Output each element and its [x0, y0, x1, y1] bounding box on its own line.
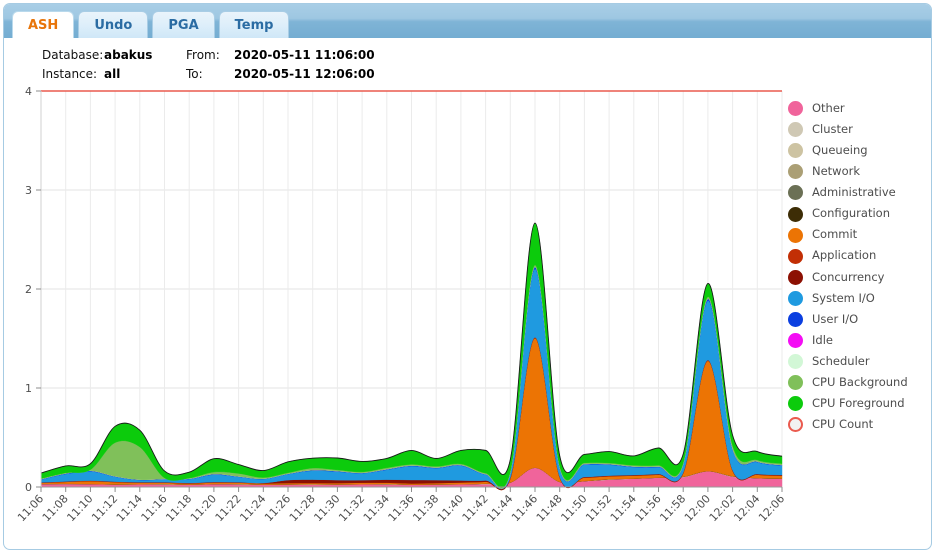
header-row-database: Database: abakus From: 2020-05-11 11:06:…	[42, 48, 375, 67]
legend-swatch-icon	[788, 290, 803, 306]
legend-label: User I/O	[812, 311, 859, 326]
legend-label: Network	[812, 164, 861, 179]
legend-label: System I/O	[812, 290, 875, 305]
legend-item-scheduler[interactable]: Scheduler	[788, 351, 928, 372]
from-value: 2020-05-11 11:06:00	[234, 48, 375, 62]
legend-swatch-icon	[788, 206, 803, 222]
chart-legend: Other Cluster Queueing Network Administrativ…	[788, 98, 928, 436]
legend-label: Queueing	[812, 142, 868, 157]
legend-label: Concurrency	[812, 269, 885, 284]
legend-swatch-icon	[788, 122, 803, 138]
header-row-instance: Instance: all To: 2020-05-11 12:06:00	[42, 67, 375, 86]
legend-label: Commit	[812, 227, 858, 242]
legend-item-cluster[interactable]: Cluster	[788, 119, 928, 140]
legend-label: CPU Background	[812, 375, 908, 390]
to-value: 2020-05-11 12:06:00	[234, 67, 375, 81]
legend-item-commit[interactable]: Commit	[788, 225, 928, 246]
legend-swatch-icon	[788, 269, 803, 285]
instance-value: all	[104, 67, 121, 81]
legend-swatch-icon	[788, 311, 803, 327]
tab-temp[interactable]: Temp	[218, 11, 290, 38]
tab-label: PGA	[168, 17, 199, 33]
legend-swatch-icon	[788, 417, 803, 433]
legend-label: Configuration	[812, 206, 890, 221]
tab-ash[interactable]: ASH	[12, 11, 75, 38]
report-header: Database: abakus From: 2020-05-11 11:06:…	[42, 48, 375, 86]
legend-item-system-i-o[interactable]: System I/O	[788, 288, 928, 309]
legend-item-queueing[interactable]: Queueing	[788, 140, 928, 161]
legend-label: CPU Foreground	[812, 396, 905, 411]
legend-item-network[interactable]: Network	[788, 161, 928, 182]
legend-item-administrative[interactable]: Administrative	[788, 182, 928, 203]
ash-chart-window: ASH Undo PGA Temp Database: abakus From: 20…	[0, 0, 935, 553]
legend-swatch-icon	[788, 248, 803, 264]
legend-swatch-icon	[788, 101, 803, 117]
legend-swatch-icon	[788, 354, 803, 370]
from-label: From:	[186, 48, 220, 62]
legend-swatch-icon	[788, 143, 803, 159]
legend-swatch-icon	[788, 375, 803, 391]
tab-bar: ASH Undo PGA Temp	[4, 4, 931, 38]
legend-item-cpu-foreground[interactable]: CPU Foreground	[788, 393, 928, 414]
database-value: abakus	[104, 48, 153, 62]
legend-label: Application	[812, 248, 877, 263]
tab-label: Temp	[234, 17, 274, 33]
legend-label: Cluster	[812, 121, 853, 136]
legend-item-application[interactable]: Application	[788, 246, 928, 267]
tab-label: ASH	[28, 17, 59, 33]
legend-label: Administrative	[812, 185, 896, 200]
tab-undo[interactable]: Undo	[78, 11, 149, 38]
legend-item-configuration[interactable]: Configuration	[788, 203, 928, 224]
tab-pga[interactable]: PGA	[152, 11, 215, 38]
legend-label: Scheduler	[812, 353, 870, 368]
database-label: Database:	[42, 48, 104, 62]
to-label: To:	[186, 67, 203, 81]
legend-item-user-i-o[interactable]: User I/O	[788, 309, 928, 330]
legend-swatch-icon	[788, 333, 803, 349]
legend-swatch-icon	[788, 185, 803, 201]
legend-label: Other	[812, 100, 845, 115]
legend-label: CPU Count	[812, 417, 874, 432]
legend-swatch-icon	[788, 164, 803, 180]
legend-label: Idle	[812, 332, 833, 347]
legend-swatch-icon	[788, 227, 803, 243]
instance-label: Instance:	[42, 67, 98, 81]
legend-item-other[interactable]: Other	[788, 98, 928, 119]
legend-item-idle[interactable]: Idle	[788, 330, 928, 351]
legend-item-cpu-background[interactable]: CPU Background	[788, 372, 928, 393]
tab-list: ASH Undo PGA Temp	[12, 11, 293, 38]
legend-item-concurrency[interactable]: Concurrency	[788, 267, 928, 288]
legend-swatch-icon	[788, 396, 803, 412]
legend-item-cpu-count[interactable]: CPU Count	[788, 414, 928, 435]
tab-label: Undo	[94, 17, 133, 33]
